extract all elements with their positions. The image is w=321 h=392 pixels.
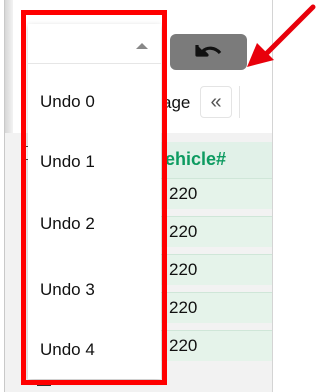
row-checkbox[interactable] bbox=[37, 384, 51, 386]
table-row[interactable]: 220 bbox=[160, 216, 272, 247]
caret-up-icon bbox=[136, 43, 148, 49]
table-row[interactable]: 220 bbox=[160, 330, 272, 361]
double-chevron-left-icon: « bbox=[210, 90, 222, 113]
undo-button[interactable] bbox=[170, 34, 247, 70]
undo-option-2[interactable]: Undo 2 bbox=[28, 204, 161, 244]
table-row[interactable]: 220 bbox=[160, 178, 272, 209]
pager-prev-button[interactable] bbox=[239, 86, 270, 118]
pager-label: age bbox=[162, 93, 191, 112]
pager-first-button[interactable]: « bbox=[200, 86, 232, 118]
undo-dropdown[interactable]: Undo 0 Undo 1 Undo 2 Undo 3 Undo 4 bbox=[28, 24, 161, 379]
undo-dropdown-select[interactable] bbox=[28, 24, 161, 64]
undo-icon bbox=[194, 45, 221, 57]
vehicle-cell: 220 bbox=[169, 298, 198, 317]
table-row[interactable]: 220 bbox=[160, 254, 272, 285]
vehicle-cell: 220 bbox=[169, 336, 198, 355]
vehicle-cell: 220 bbox=[169, 184, 198, 203]
undo-option-1[interactable]: Undo 1 bbox=[28, 142, 161, 182]
undo-option-0[interactable]: Undo 0 bbox=[28, 82, 161, 122]
column-header-label: ehicle# bbox=[165, 149, 227, 169]
table-row[interactable]: 220 bbox=[160, 292, 272, 323]
vehicle-cell: 220 bbox=[169, 222, 198, 241]
column-header-vehicle[interactable]: ehicle# bbox=[160, 142, 272, 178]
undo-option-3[interactable]: Undo 3 bbox=[28, 270, 161, 310]
undo-option-4[interactable]: Undo 4 bbox=[28, 330, 161, 370]
vehicle-cell: 220 bbox=[169, 260, 198, 279]
